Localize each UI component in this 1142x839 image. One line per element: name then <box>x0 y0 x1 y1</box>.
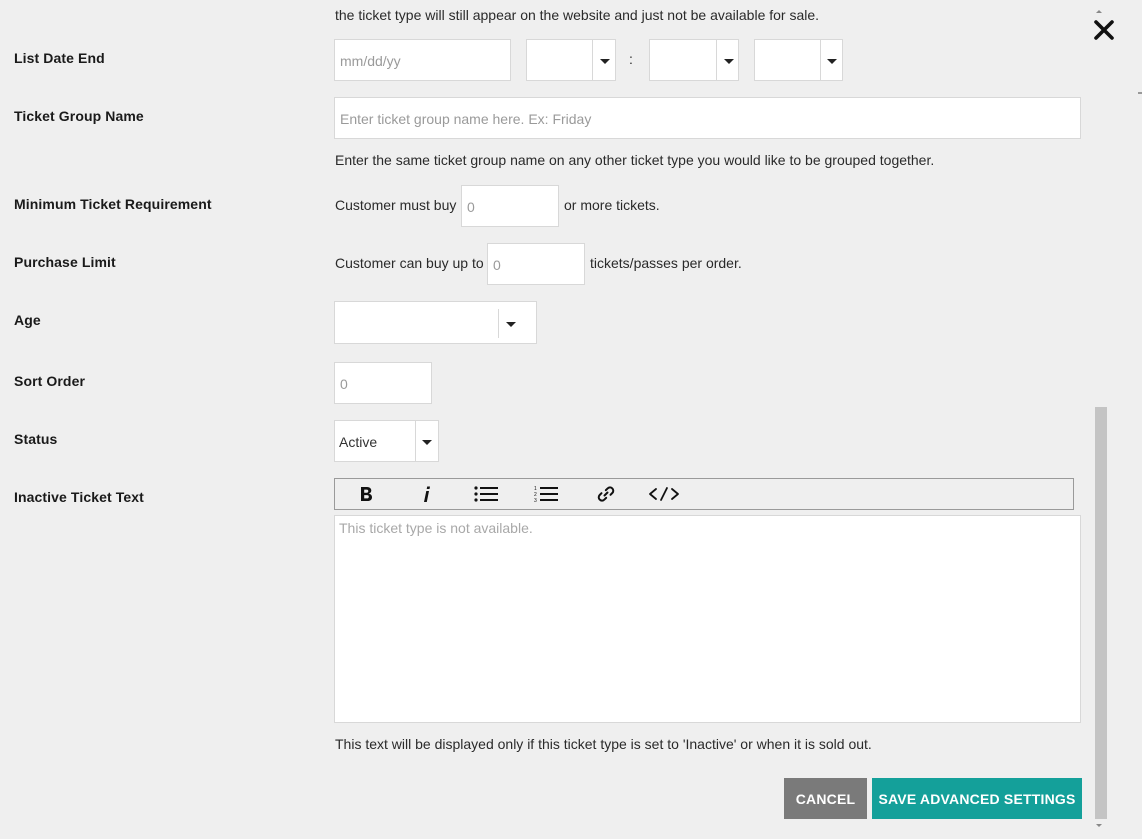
min-ticket-input[interactable]: 0 <box>461 185 559 227</box>
numbered-list-icon[interactable]: 123 <box>530 478 562 510</box>
scroll-up-arrow[interactable] <box>1096 10 1102 13</box>
select-divider <box>820 40 821 80</box>
ticket-group-help: Enter the same ticket group name on any … <box>335 152 935 168</box>
inactive-text-help: This text will be displayed only if this… <box>335 736 872 752</box>
ticket-group-name-input[interactable]: Enter ticket group name here. Ex: Friday <box>334 97 1081 139</box>
svg-text:3: 3 <box>534 498 537 503</box>
purchase-limit-suffix: tickets/passes per order. <box>590 255 742 271</box>
sort-order-value: 0 <box>340 376 348 392</box>
list-date-end-ampm-select[interactable] <box>754 39 843 81</box>
purchase-limit-input[interactable]: 0 <box>487 243 585 285</box>
sort-order-label: Sort Order <box>14 373 86 389</box>
select-divider <box>498 309 499 338</box>
chevron-down-icon <box>422 440 432 445</box>
status-value: Active <box>339 434 378 450</box>
scrollbar-track[interactable] <box>1093 0 1108 839</box>
editor-toolbar <box>334 478 1074 510</box>
top-note: the ticket type will still appear on the… <box>335 7 820 23</box>
bold-icon[interactable] <box>352 478 380 510</box>
purchase-limit-label: Purchase Limit <box>14 254 116 270</box>
min-ticket-prefix: Customer must buy <box>335 197 457 213</box>
italic-icon[interactable] <box>412 478 440 510</box>
bullet-list-icon[interactable] <box>470 478 502 510</box>
select-divider <box>716 40 717 80</box>
purchase-limit-prefix: Customer can buy up to <box>335 255 484 271</box>
select-divider <box>415 421 416 461</box>
ticket-group-name-label: Ticket Group Name <box>14 108 144 124</box>
cancel-button[interactable]: CANCEL <box>784 778 867 819</box>
link-icon[interactable] <box>592 478 620 510</box>
status-select[interactable]: Active <box>334 420 439 462</box>
min-ticket-label: Minimum Ticket Requirement <box>14 196 212 212</box>
code-icon[interactable] <box>646 478 682 510</box>
age-label: Age <box>14 312 41 328</box>
scrollbar-thumb[interactable] <box>1095 407 1107 819</box>
chevron-down-icon <box>506 322 516 327</box>
chevron-down-icon <box>827 59 837 64</box>
ticket-group-placeholder: Enter ticket group name here. Ex: Friday <box>340 111 592 127</box>
save-advanced-settings-button[interactable]: SAVE ADVANCED SETTINGS <box>872 778 1082 819</box>
purchase-limit-value: 0 <box>493 257 501 273</box>
time-separator: : <box>629 51 633 67</box>
status-label: Status <box>14 431 58 447</box>
inactive-text-placeholder: This ticket type is not available. <box>339 520 533 536</box>
inactive-ticket-textarea[interactable]: This ticket type is not available. <box>334 515 1081 723</box>
outer-scrollbar-mark <box>1138 92 1142 94</box>
min-ticket-value: 0 <box>467 199 475 215</box>
inactive-ticket-text-label: Inactive Ticket Text <box>14 489 144 505</box>
scroll-down-arrow[interactable] <box>1096 824 1102 827</box>
chevron-down-icon <box>724 59 734 64</box>
list-date-end-hour-select[interactable] <box>526 39 616 81</box>
sort-order-input[interactable]: 0 <box>334 362 432 404</box>
chevron-down-icon <box>600 59 610 64</box>
list-date-end-label: List Date End <box>14 50 105 66</box>
list-date-end-date-input[interactable]: mm/dd/yy <box>334 39 511 81</box>
select-divider <box>592 40 593 80</box>
date-placeholder: mm/dd/yy <box>340 53 401 69</box>
age-select[interactable] <box>334 301 537 344</box>
min-ticket-suffix: or more tickets. <box>564 197 660 213</box>
list-date-end-minute-select[interactable] <box>649 39 739 81</box>
